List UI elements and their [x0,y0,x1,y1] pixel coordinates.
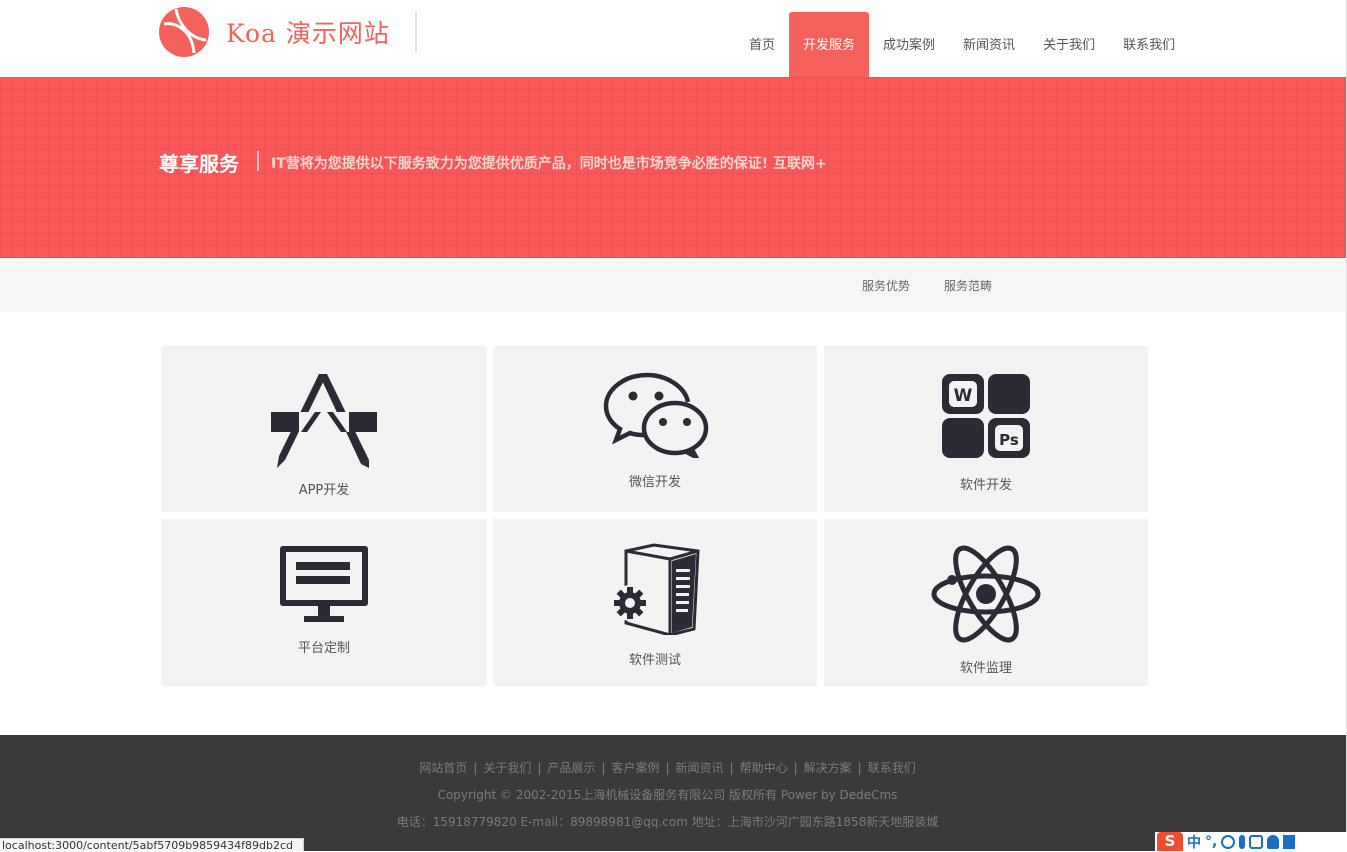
monitor-icon [280,546,368,622]
service-label: APP开发 [298,483,350,498]
ime-toolbar[interactable]: S 中 °, [1155,832,1347,851]
server-gear-icon [612,543,700,635]
banner-title: 尊享服务 [159,152,239,176]
main-nav: 首页 开发服务 成功案例 新闻资讯 关于我们 联系我们 [735,12,1189,77]
service-card-platform[interactable]: 平台定制 [162,519,486,686]
service-card-app[interactable]: APP开发 [162,346,486,512]
service-card-testing[interactable]: 软件测试 [493,519,817,686]
nav-item-about[interactable]: 关于我们 [1029,12,1109,77]
logo-text: Koa 演示网站 [226,19,390,48]
ime-punctuation-icon[interactable]: °, [1205,834,1217,850]
ime-keyboard-icon[interactable] [1249,834,1264,849]
footer-copyright: Copyright © 2002-2015上海机械设备服务有限公司 版权所有 P… [437,788,898,802]
footer-link-cases[interactable]: 客户案例 [611,761,659,775]
banner-description: IT营将为您提供以下服务致力为您提供优质产品，同时也是市场竞争必胜的保证! 互联… [271,156,827,172]
nav-item-cases[interactable]: 成功案例 [869,12,949,77]
svg-text:W: W [954,386,973,406]
ball-logo-icon [159,7,209,57]
office-apps-icon: W Ps [942,374,1030,458]
service-card-software[interactable]: W Ps 软件开发 [824,346,1148,512]
hero-banner: 尊享服务 IT营将为您提供以下服务致力为您提供优质产品，同时也是市场竞争必胜的保… [0,77,1347,258]
service-label: 软件开发 [959,478,1012,493]
service-label: 软件监理 [959,661,1012,676]
nav-item-dev-services[interactable]: 开发服务 [789,12,870,77]
ime-skin-icon[interactable] [1283,834,1296,849]
sub-nav: 服务优势 服务范畴 [0,258,1347,312]
footer-link-contact[interactable]: 联系我们 [868,761,916,775]
footer-link-products[interactable]: 产品展示 [547,761,595,775]
footer-links: 网站首页 | 关于我们 | 产品展示 | 客户案例 | 新闻资讯 | 帮助中心 | 解决方案 | 联系我们 [419,761,916,775]
site-logo[interactable]: Koa 演示网站 [158,6,390,58]
atom-icon [931,545,1041,643]
footer-link-help[interactable]: 帮助中心 [740,761,788,775]
subnav-item-scope[interactable]: 服务范畴 [944,277,992,294]
site-footer: 网站首页 | 关于我们 | 产品展示 | 客户案例 | 新闻资讯 | 帮助中心 | 解决方案 | 联系我们 … [0,735,1347,851]
wechat-icon [603,372,709,458]
site-header: Koa 演示网站 首页 开发服务 成功案例 新闻资讯 关于我们 联系我们 [0,0,1347,77]
banner-separator [257,151,259,171]
svg-text:Ps: Ps [999,431,1019,449]
footer-link-about[interactable]: 关于我们 [483,761,531,775]
service-card-wechat[interactable]: 微信开发 [493,346,817,512]
ime-voice-icon[interactable] [1239,834,1246,849]
app-store-icon [271,374,377,468]
footer-link-solutions[interactable]: 解决方案 [804,761,852,775]
service-label: 软件测试 [628,653,681,668]
sogou-ime-icon[interactable]: S [1157,832,1183,851]
service-card-supervision[interactable]: 软件监理 [824,519,1148,686]
footer-link-news[interactable]: 新闻资讯 [676,761,724,775]
nav-item-contact[interactable]: 联系我们 [1109,12,1189,77]
subnav-item-advantages[interactable]: 服务优势 [862,277,910,294]
service-label: 平台定制 [297,641,350,656]
services-grid: APP开发 微信开发 W Ps 软件开发 平台定制 软件测试 软件监理 [162,346,1148,686]
nav-item-news[interactable]: 新闻资讯 [949,12,1029,77]
ime-language-toggle[interactable]: 中 [1187,832,1201,852]
logo-divider [415,12,417,52]
ime-emoji-icon[interactable] [1221,834,1236,849]
status-bar-url: localhost:3000/content/5abf5709b9859434f… [0,838,304,851]
nav-item-home[interactable]: 首页 [735,12,789,77]
ime-user-icon[interactable] [1267,834,1280,849]
footer-contact: 电话：15918779820 E-mail：89898981@qq.com 地址… [396,815,939,829]
service-label: 微信开发 [628,475,681,490]
footer-link-home[interactable]: 网站首页 [419,761,467,775]
